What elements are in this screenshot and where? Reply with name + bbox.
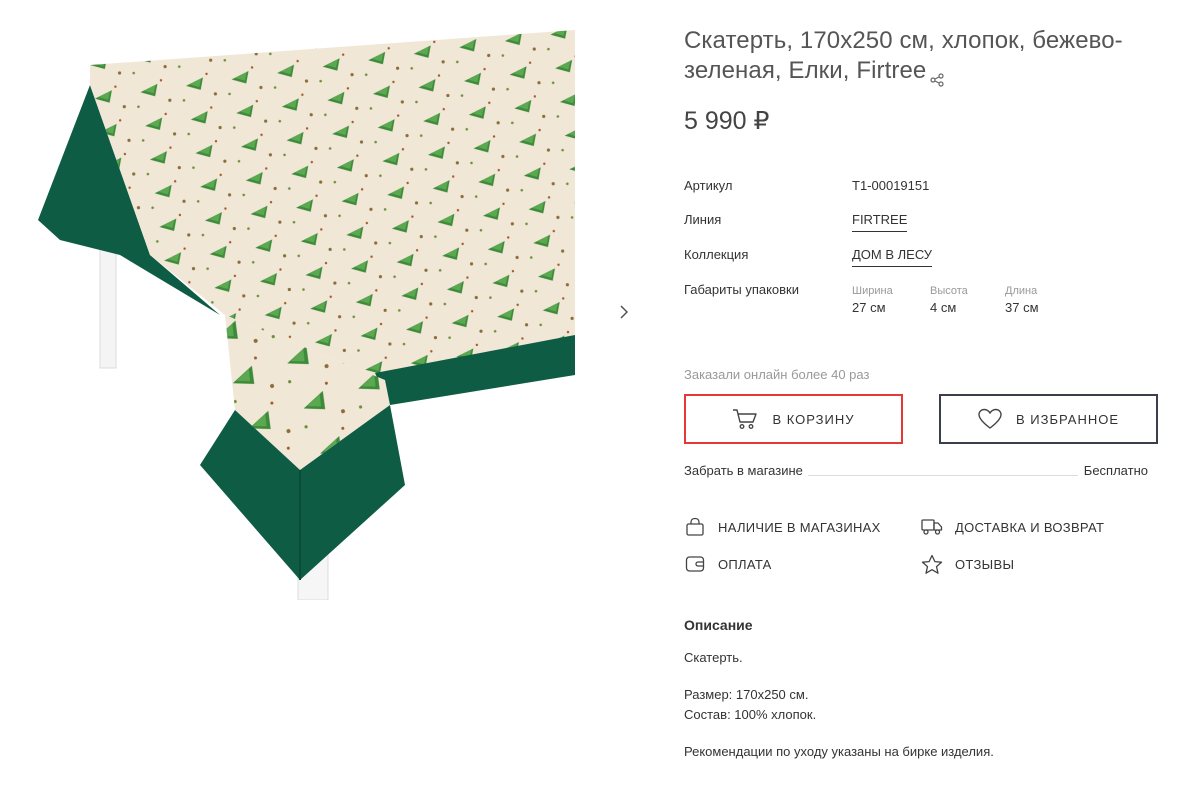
delivery-return-link[interactable]: ДОСТАВКА И ВОЗВРАТ <box>921 516 1104 538</box>
dimension-value: 4 см <box>930 300 957 315</box>
stores-availability-link[interactable]: НАЛИЧИЕ В МАГАЗИНАХ <box>684 516 881 538</box>
pickup-value: Бесплатно <box>1083 463 1148 478</box>
wallet-icon <box>684 553 706 575</box>
description-text: Скатерть. <box>684 650 743 665</box>
description-composition: Состав: 100% хлопок. <box>684 707 817 722</box>
ordered-count-text: Заказали онлайн более 40 раз <box>684 367 870 382</box>
description-care: Рекомендации по уходу указаны на бирке и… <box>684 744 994 759</box>
payment-link[interactable]: ОПЛАТА <box>684 553 772 575</box>
tablecloth-illustration <box>38 30 575 600</box>
dimension-value: 37 см <box>1005 300 1039 315</box>
line-link[interactable]: FIRTREE <box>852 212 908 232</box>
article-value: T1-00019151 <box>852 178 930 193</box>
dimension-length: Длина 37 см <box>1005 284 1039 316</box>
truck-icon <box>921 516 943 538</box>
line-label: Линия <box>684 212 722 227</box>
cart-icon <box>732 408 758 430</box>
pickup-divider <box>808 475 1078 476</box>
description-size: Размер: 170x250 см. <box>684 687 809 702</box>
add-to-cart-button[interactable]: В КОРЗИНУ <box>684 394 903 444</box>
pickup-label: Забрать в магазине <box>684 463 803 478</box>
collection-link[interactable]: ДОМ В ЛЕСУ <box>852 247 933 267</box>
product-image <box>30 25 578 600</box>
bag-icon <box>684 516 706 538</box>
share-icon[interactable] <box>930 65 944 87</box>
chevron-right-icon <box>620 305 629 319</box>
dimension-height: Высота 4 см <box>930 284 968 316</box>
product-title: Скатерть, 170x250 см, хлопок, бежево-зел… <box>684 26 1154 87</box>
dimension-width: Ширина 27 см <box>852 284 893 316</box>
product-price: 5 990 ₽ <box>684 107 770 135</box>
heart-icon <box>978 408 1002 430</box>
payment-label: ОПЛАТА <box>718 556 772 572</box>
dimension-label: Высота <box>930 285 968 297</box>
gallery-next-button[interactable] <box>612 300 636 324</box>
dimension-label: Ширина <box>852 285 893 297</box>
product-title-text: Скатерть, 170x250 см, хлопок, бежево-зел… <box>684 27 1123 84</box>
dimension-label: Длина <box>1005 285 1038 297</box>
delivery-return-label: ДОСТАВКА И ВОЗВРАТ <box>955 519 1105 535</box>
add-to-favorites-button[interactable]: В ИЗБРАННОЕ <box>939 394 1158 444</box>
star-icon <box>921 553 943 575</box>
collection-label: Коллекция <box>684 247 749 262</box>
stores-availability-label: НАЛИЧИЕ В МАГАЗИНАХ <box>718 519 881 535</box>
reviews-label: ОТЗЫВЫ <box>955 556 1015 572</box>
description-heading: Описание <box>684 617 753 633</box>
article-label: Артикул <box>684 178 733 193</box>
package-label: Габариты упаковки <box>684 282 800 297</box>
dimension-value: 27 см <box>852 300 886 315</box>
add-to-favorites-label: В ИЗБРАННОЕ <box>1015 411 1120 427</box>
add-to-cart-label: В КОРЗИНУ <box>772 411 855 427</box>
reviews-link[interactable]: ОТЗЫВЫ <box>921 553 1014 575</box>
